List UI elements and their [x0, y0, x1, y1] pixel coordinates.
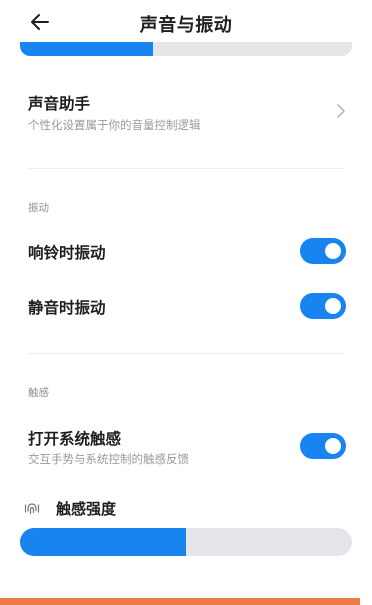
sound-assistant-title: 声音助手 — [28, 95, 91, 113]
divider — [28, 353, 344, 354]
header: 声音与振动 — [0, 0, 372, 48]
divider — [28, 168, 344, 169]
chevron-right-icon — [337, 104, 345, 118]
toggle-knob — [325, 243, 341, 259]
ring-vibration-row[interactable]: 响铃时振动 — [0, 232, 372, 272]
bottom-banner-edge — [0, 598, 360, 605]
fingerprint-vibration-icon — [24, 503, 40, 515]
page-title: 声音与振动 — [139, 15, 233, 36]
volume-slider[interactable] — [20, 42, 352, 56]
volume-slider-fill — [20, 42, 153, 56]
system-haptics-subtitle: 交互手势与系统控制的触感反馈 — [28, 452, 189, 466]
toggle-knob — [325, 438, 341, 454]
system-haptics-row[interactable]: 打开系统触感 交互手势与系统控制的触感反馈 — [0, 420, 372, 472]
sound-assistant-row[interactable]: 声音助手 个性化设置属于你的音量控制逻辑 — [0, 80, 372, 146]
section-label-haptics: 触感 — [28, 387, 49, 399]
sound-assistant-subtitle: 个性化设置属于你的音量控制逻辑 — [28, 118, 201, 132]
system-haptics-title: 打开系统触感 — [28, 430, 122, 448]
silent-vibration-toggle[interactable] — [300, 293, 346, 319]
sound-vibration-screen: 声音与振动 声音助手 个性化设置属于你的音量控制逻辑 振动 响铃时振动 静音时振… — [0, 0, 372, 605]
silent-vibration-label: 静音时振动 — [28, 299, 106, 317]
ring-vibration-toggle[interactable] — [300, 238, 346, 264]
haptic-intensity-slider[interactable] — [20, 528, 352, 556]
haptic-intensity-label: 触感强度 — [56, 500, 117, 518]
toggle-knob — [325, 298, 341, 314]
ring-vibration-label: 响铃时振动 — [28, 244, 106, 262]
haptic-intensity-fill — [20, 528, 186, 556]
system-haptics-toggle[interactable] — [300, 433, 346, 459]
silent-vibration-row[interactable]: 静音时振动 — [0, 287, 372, 327]
section-label-vibration: 振动 — [28, 202, 49, 214]
